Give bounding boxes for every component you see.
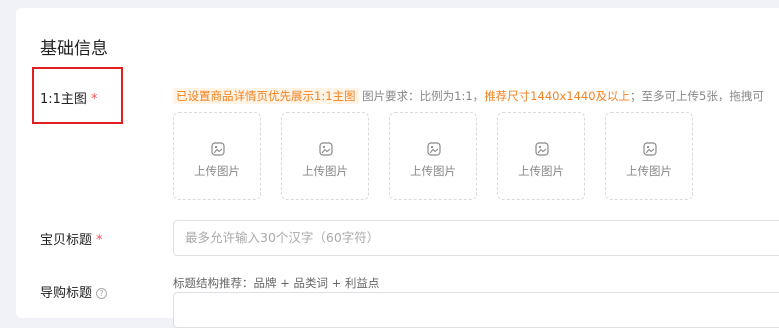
main-image-tip-size: 推荐尺寸1440x1440及以上 xyxy=(484,89,631,103)
upload-label: 上传图片 xyxy=(410,164,456,178)
required-mark: * xyxy=(96,233,103,248)
upload-label: 上传图片 xyxy=(194,164,240,178)
upload-label: 上传图片 xyxy=(518,164,564,178)
guide-title-label: 导购标题? xyxy=(40,282,108,301)
upload-slot-4[interactable]: 上传图片 xyxy=(497,112,585,200)
highlight-box xyxy=(32,67,123,124)
main-image-tip-text-2: ；至多可上传5张，拖拽可 xyxy=(630,89,764,103)
section-title: 基础信息 xyxy=(40,39,108,59)
title-field-label: 宝贝标题 * xyxy=(40,229,103,248)
title-field-label-text: 宝贝标题 xyxy=(40,233,93,248)
upload-slot-2[interactable]: 上传图片 xyxy=(281,112,369,200)
upload-label: 上传图片 xyxy=(626,164,672,178)
image-icon xyxy=(643,142,657,156)
guide-title-label-text: 导购标题 xyxy=(40,286,93,301)
help-icon[interactable]: ? xyxy=(96,288,108,299)
image-icon xyxy=(319,142,333,156)
main-image-tip-text-1: 图片要求：比例为1:1， xyxy=(362,89,485,103)
upload-label: 上传图片 xyxy=(302,164,348,178)
upload-slot-5[interactable]: 上传图片 xyxy=(605,112,693,200)
upload-slot-1[interactable]: 上传图片 xyxy=(173,112,261,200)
main-image-tip-tag: 已设置商品详情页优先展示1:1主图 xyxy=(173,88,359,104)
image-icon xyxy=(427,142,441,156)
main-image-tips: 已设置商品详情页优先展示1:1主图 图片要求：比例为1:1，推荐尺寸1440x1… xyxy=(173,88,764,104)
title-input[interactable]: 最多允许输入30个汉字（60字符） xyxy=(173,220,779,256)
guide-title-input[interactable] xyxy=(173,292,779,328)
guide-title-hint: 标题结构推荐：品牌 + 品类词 + 利益点 xyxy=(173,276,380,290)
image-icon xyxy=(535,142,549,156)
image-icon xyxy=(211,142,225,156)
upload-slot-3[interactable]: 上传图片 xyxy=(389,112,477,200)
